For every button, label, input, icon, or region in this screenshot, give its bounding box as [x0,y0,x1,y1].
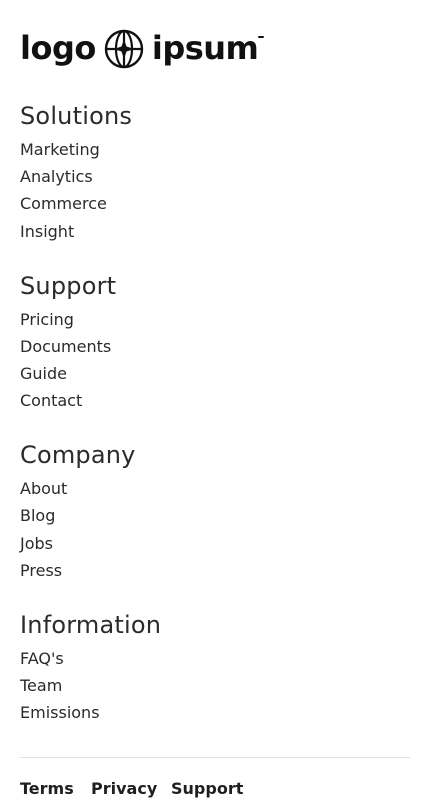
logo-mark-accent [258,36,265,38]
footer-divider [20,757,410,758]
section-title-solutions: Solutions [20,102,133,130]
section-title-information: Information [20,611,162,639]
footer-link-emissions[interactable]: Emissions [20,705,100,721]
footer-link-press[interactable]: Press [20,563,62,579]
bottom-link-privacy[interactable]: Privacy [91,781,157,797]
footer-link-marketing[interactable]: Marketing [20,142,100,158]
footer-link-blog[interactable]: Blog [20,508,55,524]
bottom-link-terms[interactable]: Terms [20,781,74,797]
logo-text-right: ipsum [151,29,259,67]
footer-link-insight[interactable]: Insight [20,224,74,240]
footer-link-guide[interactable]: Guide [20,366,67,382]
footer-link-faqs[interactable]: FAQ's [20,651,64,667]
footer-link-analytics[interactable]: Analytics [20,169,93,185]
footer-link-pricing[interactable]: Pricing [20,312,74,328]
brand-logo[interactable]: logo ipsum [20,28,265,70]
bottom-link-support[interactable]: Support [171,781,243,797]
section-title-support: Support [20,272,117,300]
section-title-company: Company [20,441,136,469]
footer-link-jobs[interactable]: Jobs [20,536,53,552]
footer-link-documents[interactable]: Documents [20,339,111,355]
globe-icon [104,29,144,69]
logo-text-left: logo [20,29,96,67]
footer-link-team[interactable]: Team [20,678,62,694]
footer-link-commerce[interactable]: Commerce [20,196,107,212]
footer-link-about[interactable]: About [20,481,67,497]
footer-link-contact[interactable]: Contact [20,393,82,409]
